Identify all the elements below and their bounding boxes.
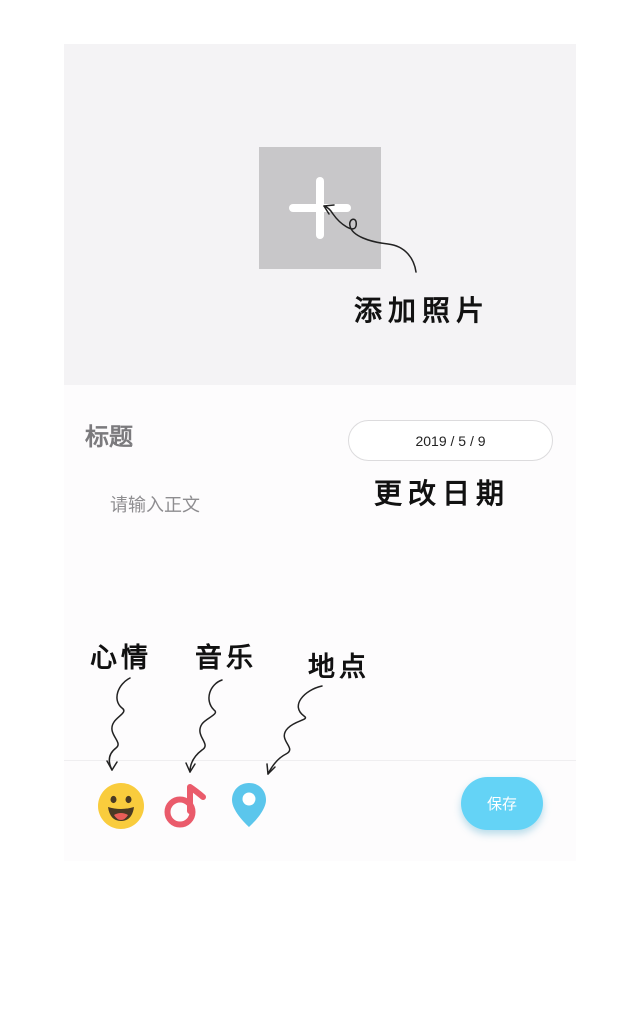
editor-card: 2019 / 5 / 9 保存 — [64, 385, 576, 861]
smiley-face-icon[interactable] — [97, 782, 145, 830]
map-pin-icon[interactable] — [230, 782, 268, 828]
change-date-hint: 更改日期 — [374, 477, 511, 510]
date-label: 2019 / 5 / 9 — [415, 432, 486, 449]
music-note-icon[interactable] — [164, 783, 206, 829]
plus-icon — [289, 177, 351, 239]
save-button[interactable]: 保存 — [461, 777, 543, 830]
music-hint: 音乐 — [195, 643, 257, 674]
title-input[interactable] — [85, 423, 285, 451]
toolbar-divider — [64, 760, 576, 761]
photo-area — [64, 44, 576, 385]
mood-hint: 心情 — [90, 643, 152, 674]
date-picker-button[interactable]: 2019 / 5 / 9 — [348, 420, 553, 461]
body-input[interactable] — [110, 491, 530, 641]
add-photo-hint: 添加照片 — [354, 294, 491, 327]
location-hint: 地点 — [308, 652, 370, 683]
add-photo-button[interactable] — [259, 147, 381, 269]
